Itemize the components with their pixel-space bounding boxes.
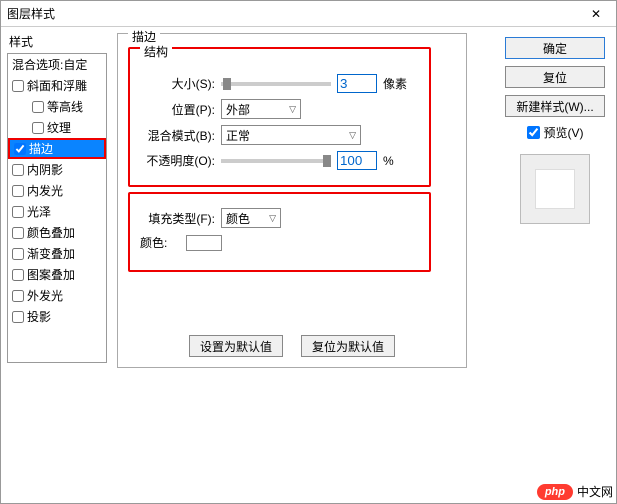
style-item[interactable]: 内阴影 <box>8 159 106 180</box>
style-item[interactable]: 颜色叠加 <box>8 222 106 243</box>
preview-box <box>520 154 590 224</box>
chevron-down-icon: ▽ <box>349 130 356 141</box>
style-item-label: 光泽 <box>27 203 51 220</box>
stroke-fieldset: 描边 结构 大小(S): 像素 位置(P): 外部 ▽ <box>117 33 467 368</box>
window-title: 图层样式 <box>7 5 582 22</box>
close-icon[interactable]: ✕ <box>582 3 610 25</box>
opacity-label: 不透明度(O): <box>140 152 215 169</box>
new-style-button[interactable]: 新建样式(W)... <box>505 95 605 117</box>
structure-fieldset: 结构 大小(S): 像素 位置(P): 外部 ▽ <box>128 47 431 187</box>
chevron-down-icon: ▽ <box>289 104 296 115</box>
style-list: 混合选项:自定 斜面和浮雕等高线纹理描边内阴影内发光光泽颜色叠加渐变叠加图案叠加… <box>7 53 107 363</box>
style-checkbox[interactable] <box>14 143 26 155</box>
style-item-label: 图案叠加 <box>27 266 75 283</box>
position-value: 外部 <box>226 101 250 118</box>
preview-label: 预览(V) <box>544 124 584 141</box>
filltype-label: 填充类型(F): <box>140 210 215 227</box>
style-checkbox[interactable] <box>12 269 24 281</box>
size-label: 大小(S): <box>140 75 215 92</box>
position-label: 位置(P): <box>140 101 215 118</box>
size-input[interactable] <box>337 74 377 93</box>
blendmode-select[interactable]: 正常 ▽ <box>221 125 361 145</box>
opacity-input[interactable] <box>337 151 377 170</box>
style-item[interactable]: 等高线 <box>8 96 106 117</box>
style-item[interactable]: 渐变叠加 <box>8 243 106 264</box>
style-checkbox[interactable] <box>12 164 24 176</box>
style-item[interactable]: 内发光 <box>8 180 106 201</box>
preview-inner <box>535 169 575 209</box>
blend-options-item[interactable]: 混合选项:自定 <box>8 54 106 75</box>
style-item[interactable]: 投影 <box>8 306 106 327</box>
style-checkbox[interactable] <box>12 290 24 302</box>
style-item-label: 内发光 <box>27 182 63 199</box>
position-select[interactable]: 外部 ▽ <box>221 99 301 119</box>
structure-legend: 结构 <box>140 43 172 60</box>
style-item[interactable]: 纹理 <box>8 117 106 138</box>
style-item[interactable]: 外发光 <box>8 285 106 306</box>
style-checkbox[interactable] <box>12 206 24 218</box>
style-item-label: 渐变叠加 <box>27 245 75 262</box>
style-item-label: 斜面和浮雕 <box>27 77 87 94</box>
filltype-value: 颜色 <box>226 210 250 227</box>
style-checkbox[interactable] <box>12 80 24 92</box>
style-item[interactable]: 光泽 <box>8 201 106 222</box>
cancel-button[interactable]: 复位 <box>505 66 605 88</box>
watermark-badge: php <box>537 484 573 500</box>
style-checkbox[interactable] <box>32 122 44 134</box>
style-item-label: 描边 <box>29 140 53 157</box>
style-item-label: 等高线 <box>47 98 83 115</box>
preview-checkbox[interactable] <box>527 126 540 139</box>
fill-fieldset: 填充类型(F): 颜色 ▽ 颜色: <box>128 192 431 272</box>
style-item-label: 颜色叠加 <box>27 224 75 241</box>
style-checkbox[interactable] <box>12 185 24 197</box>
style-item[interactable]: 描边 <box>8 138 106 159</box>
color-swatch[interactable] <box>186 235 222 251</box>
style-item-label: 纹理 <box>47 119 71 136</box>
ok-button[interactable]: 确定 <box>505 37 605 59</box>
blend-label: 混合模式(B): <box>140 127 215 144</box>
blend-options-label: 混合选项:自定 <box>12 56 87 73</box>
chevron-down-icon: ▽ <box>269 213 276 224</box>
filltype-select[interactable]: 颜色 ▽ <box>221 208 281 228</box>
watermark: php 中文网 <box>537 483 613 500</box>
style-item[interactable]: 图案叠加 <box>8 264 106 285</box>
blendmode-value: 正常 <box>226 127 250 144</box>
opacity-slider[interactable] <box>221 159 331 163</box>
style-item-label: 外发光 <box>27 287 63 304</box>
style-checkbox[interactable] <box>32 101 44 113</box>
reset-default-button[interactable]: 复位为默认值 <box>301 335 395 357</box>
size-slider[interactable] <box>221 82 331 86</box>
color-label: 颜色: <box>140 234 180 251</box>
style-checkbox[interactable] <box>12 248 24 260</box>
size-unit: 像素 <box>383 75 407 92</box>
preview-checkbox-row[interactable]: 预览(V) <box>527 124 584 141</box>
style-item-label: 内阴影 <box>27 161 63 178</box>
watermark-text: 中文网 <box>577 483 613 500</box>
set-default-button[interactable]: 设置为默认值 <box>189 335 283 357</box>
style-checkbox[interactable] <box>12 311 24 323</box>
style-checkbox[interactable] <box>12 227 24 239</box>
style-item[interactable]: 斜面和浮雕 <box>8 75 106 96</box>
styles-header: 样式 <box>7 33 107 50</box>
opacity-unit: % <box>383 154 394 168</box>
style-item-label: 投影 <box>27 308 51 325</box>
